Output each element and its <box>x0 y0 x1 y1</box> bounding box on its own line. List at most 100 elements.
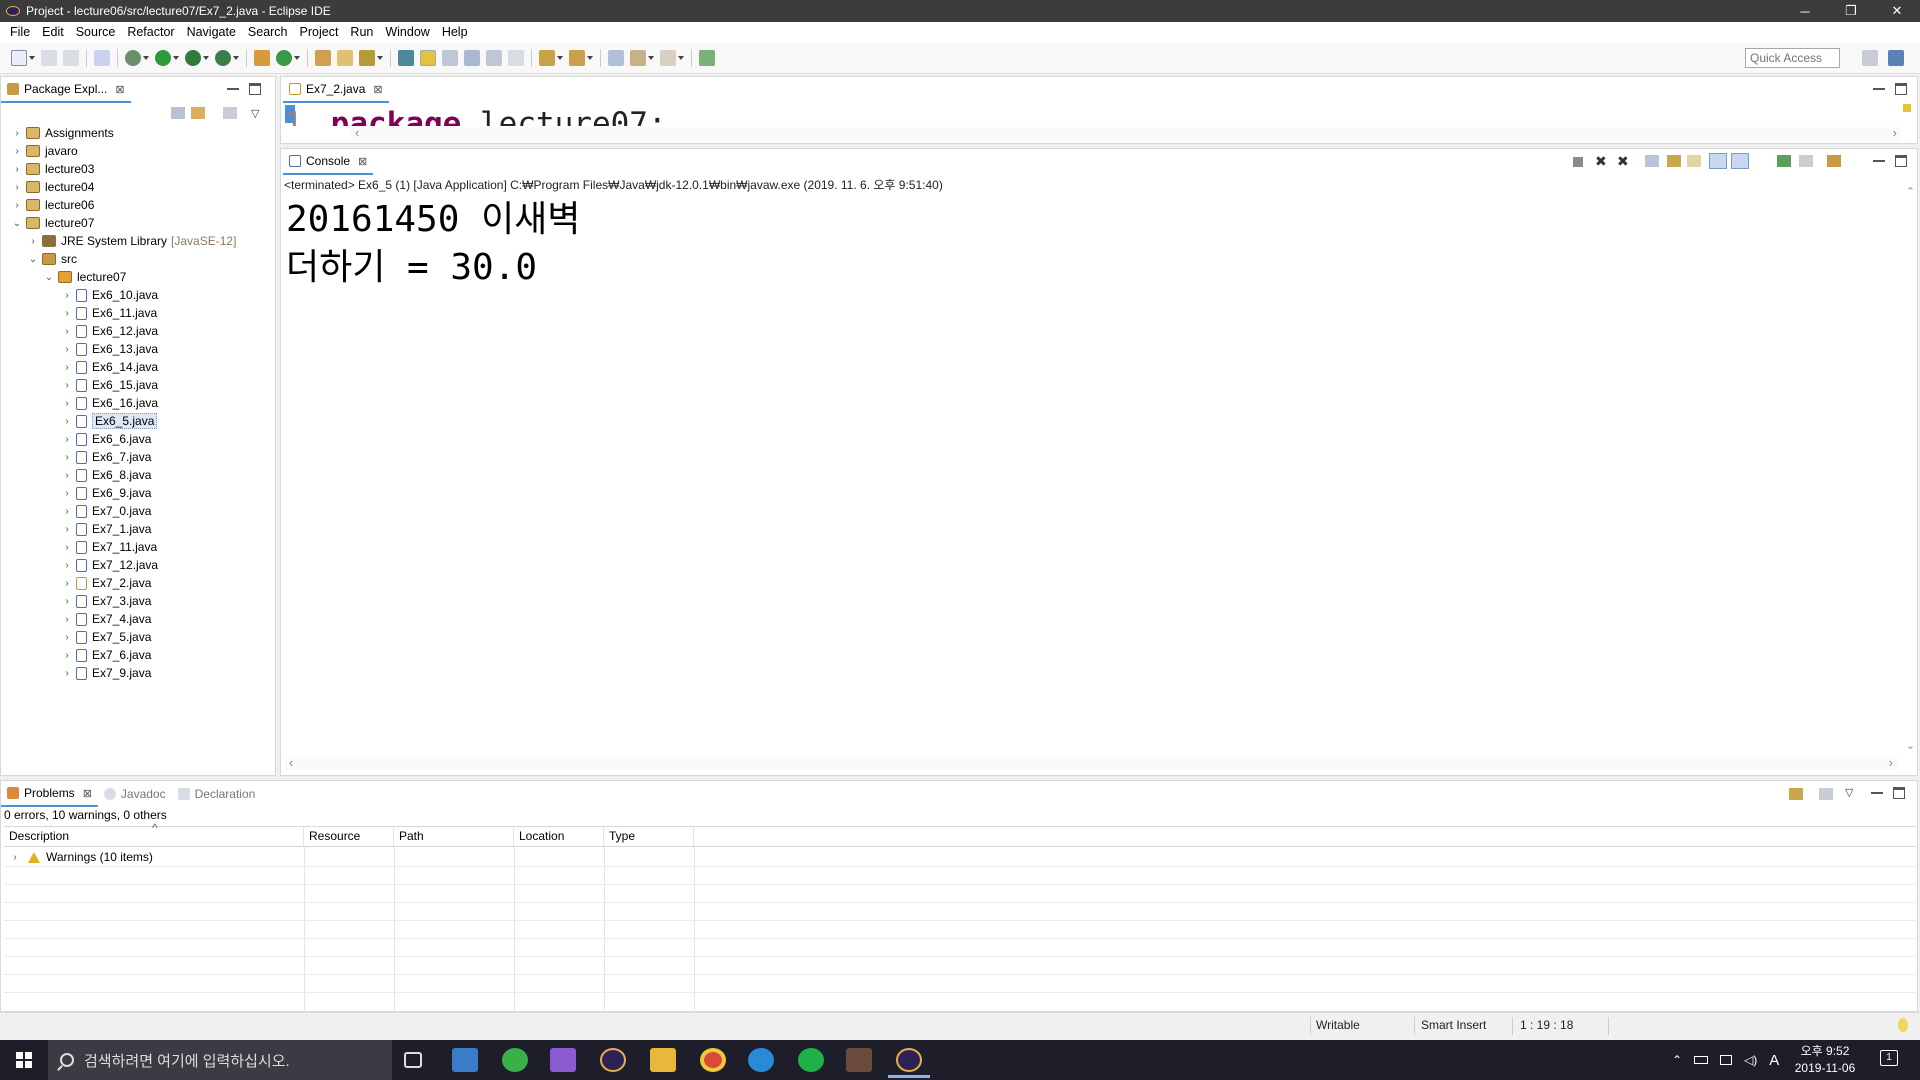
chevron-right-icon[interactable]: › <box>12 164 22 175</box>
close-icon[interactable]: ⊠ <box>373 83 382 96</box>
collapse-all-icon[interactable] <box>171 107 185 119</box>
minimize-button[interactable]: ─ <box>1782 0 1828 22</box>
menu-edit[interactable]: Edit <box>36 22 70 43</box>
new-java-class-icon[interactable] <box>276 50 292 66</box>
minimize-icon[interactable] <box>1873 83 1885 90</box>
ime-indicator[interactable]: A <box>1769 1052 1779 1069</box>
chevron-right-icon[interactable]: › <box>62 380 72 391</box>
column-description[interactable]: Description ^ <box>4 821 304 846</box>
tree-item[interactable]: › Ex7_6.java <box>62 646 151 664</box>
console-hscrollbar[interactable] <box>285 755 1897 771</box>
chevron-down-icon[interactable]: ⌄ <box>12 218 22 229</box>
back-icon[interactable] <box>630 50 646 66</box>
menu-file[interactable]: File <box>4 22 36 43</box>
view-menu-icon[interactable]: ▽ <box>251 107 259 120</box>
battery-icon[interactable] <box>1694 1056 1709 1064</box>
calculator-app-icon[interactable] <box>452 1048 478 1072</box>
menu-help[interactable]: Help <box>436 22 474 43</box>
previous-annotation-icon[interactable] <box>569 50 585 66</box>
tree-item[interactable]: › lecture04 <box>12 178 94 196</box>
menu-source[interactable]: Source <box>70 22 122 43</box>
chevron-right-icon[interactable]: › <box>12 146 22 157</box>
expand-icon[interactable]: › <box>10 852 20 863</box>
eclipse-active-taskbar-icon[interactable] <box>888 1048 930 1078</box>
word-wrap-icon[interactable] <box>442 50 458 66</box>
chevron-right-icon[interactable]: › <box>62 524 72 535</box>
show-whitespace-icon[interactable] <box>486 50 502 66</box>
tree-item[interactable]: › Ex6_16.java <box>62 394 158 412</box>
run-icon[interactable] <box>155 50 171 66</box>
editor-hscrollbar[interactable] <box>351 125 1901 141</box>
chevron-right-icon[interactable]: › <box>12 182 22 193</box>
close-icon[interactable]: ⊠ <box>83 787 92 800</box>
eclipse-taskbar-icon[interactable] <box>600 1048 626 1072</box>
next-annotation-icon[interactable] <box>539 50 555 66</box>
pin-editor-icon[interactable] <box>699 50 715 66</box>
tree-item[interactable]: › Ex7_11.java <box>62 538 157 556</box>
block-selection-icon[interactable] <box>464 50 480 66</box>
maximize-icon[interactable] <box>1893 787 1905 799</box>
word-wrap-icon[interactable] <box>1687 155 1701 167</box>
task-view-icon[interactable] <box>404 1052 422 1068</box>
tree-item[interactable]: ⌄ lecture07 <box>12 214 95 232</box>
tree-item[interactable]: › Ex6_6.java <box>62 430 151 448</box>
tab-problems[interactable]: Problems ⊠ <box>1 781 98 807</box>
column-location[interactable]: Location <box>514 826 604 846</box>
green-app-icon[interactable] <box>502 1048 528 1072</box>
chevron-down-icon[interactable]: ⌄ <box>28 254 38 265</box>
chevron-right-icon[interactable]: › <box>62 452 72 463</box>
game-app-icon[interactable] <box>846 1048 872 1072</box>
chevron-down-icon[interactable]: ⌄ <box>44 272 54 283</box>
tree-item[interactable]: › Ex6_7.java <box>62 448 151 466</box>
tree-item[interactable]: › Ex7_4.java <box>62 610 151 628</box>
tree-item[interactable]: › Ex6_15.java <box>62 376 158 394</box>
tab-javadoc[interactable]: Javadoc <box>98 781 172 807</box>
save-all-icon[interactable] <box>63 50 79 66</box>
pin-console-icon[interactable] <box>1777 155 1791 167</box>
terminate-icon[interactable] <box>1573 157 1583 167</box>
remove-launch-icon[interactable]: ✖ <box>1595 153 1607 170</box>
minimize-icon[interactable] <box>227 83 239 90</box>
mark-occurrences-icon[interactable] <box>420 50 436 66</box>
chevron-right-icon[interactable]: › <box>62 398 72 409</box>
volume-icon[interactable]: ◁) <box>1744 1053 1757 1067</box>
focus-on-active-task-icon[interactable] <box>1789 788 1803 800</box>
tab-ex7-2-java[interactable]: Ex7_2.java ⊠ <box>283 77 389 103</box>
column-resource[interactable]: Resource <box>304 826 394 846</box>
chevron-right-icon[interactable]: › <box>62 596 72 607</box>
code-line[interactable]: 1 package lecture07; <box>284 104 667 126</box>
display-selected-console-icon[interactable] <box>1799 155 1813 167</box>
tree-item[interactable]: › lecture06 <box>12 196 94 214</box>
restore-button[interactable]: ❐ <box>1828 0 1874 22</box>
clear-console-icon[interactable] <box>1645 155 1659 167</box>
visual-studio-icon[interactable] <box>550 1048 576 1072</box>
chevron-right-icon[interactable]: › <box>62 614 72 625</box>
column-path[interactable]: Path <box>394 826 514 846</box>
taskbar-search[interactable]: 검색하려면 여기에 입력하십시오. <box>48 1040 392 1080</box>
notification-center-icon[interactable]: 1 <box>1880 1050 1898 1066</box>
file-explorer-icon[interactable] <box>650 1048 676 1072</box>
tree-item[interactable]: › Ex6_8.java <box>62 466 151 484</box>
chevron-right-icon[interactable]: › <box>62 344 72 355</box>
tree-item[interactable]: ⌄ lecture07 <box>44 268 127 286</box>
menu-refactor[interactable]: Refactor <box>121 22 180 43</box>
menu-navigate[interactable]: Navigate <box>181 22 242 43</box>
chevron-right-icon[interactable]: › <box>28 236 38 247</box>
java-perspective-icon[interactable] <box>1888 50 1904 66</box>
tree-item[interactable]: › Ex6_9.java <box>62 484 151 502</box>
skip-breakpoints-icon[interactable] <box>94 50 110 66</box>
chevron-right-icon[interactable]: › <box>62 560 72 571</box>
chevron-right-icon[interactable]: › <box>62 434 72 445</box>
coverage-icon[interactable] <box>185 50 201 66</box>
chevron-right-icon[interactable]: › <box>62 416 72 427</box>
menu-project[interactable]: Project <box>294 22 345 43</box>
link-with-editor-icon[interactable] <box>191 107 205 119</box>
tree-item[interactable]: › Ex6_14.java <box>62 358 158 376</box>
taskbar-clock[interactable]: 오후 9:52 2019-11-06 <box>1788 1043 1862 1077</box>
maximize-icon[interactable] <box>1895 83 1907 95</box>
view-menu-icon[interactable]: ▽ <box>1845 786 1853 799</box>
chevron-right-icon[interactable]: › <box>62 308 72 319</box>
last-edit-icon[interactable] <box>608 50 624 66</box>
close-icon[interactable]: ⊠ <box>115 83 124 96</box>
internet-explorer-icon[interactable] <box>748 1048 774 1072</box>
